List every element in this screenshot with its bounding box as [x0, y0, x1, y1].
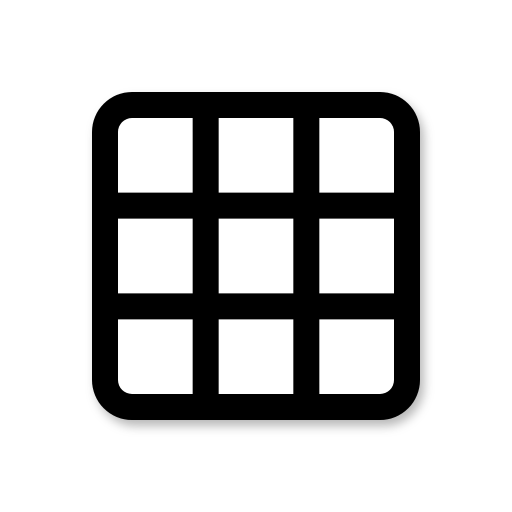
grid-cell-r2-c2 — [218, 218, 294, 294]
grid-cell-r2-c1 — [118, 218, 193, 294]
grid-cell-r1-c1 — [118, 118, 193, 193]
grid-cell-r1-c2 — [218, 118, 294, 193]
grid-cell-r1-c3 — [319, 118, 394, 193]
grid-icon-cells — [118, 118, 394, 394]
grid-icon — [92, 92, 420, 420]
grid-cell-r3-c1 — [118, 319, 193, 394]
icon-canvas — [0, 0, 512, 512]
grid-cell-r3-c3 — [319, 319, 394, 394]
grid-cell-r2-c3 — [319, 218, 394, 294]
grid-cell-r3-c2 — [218, 319, 294, 394]
